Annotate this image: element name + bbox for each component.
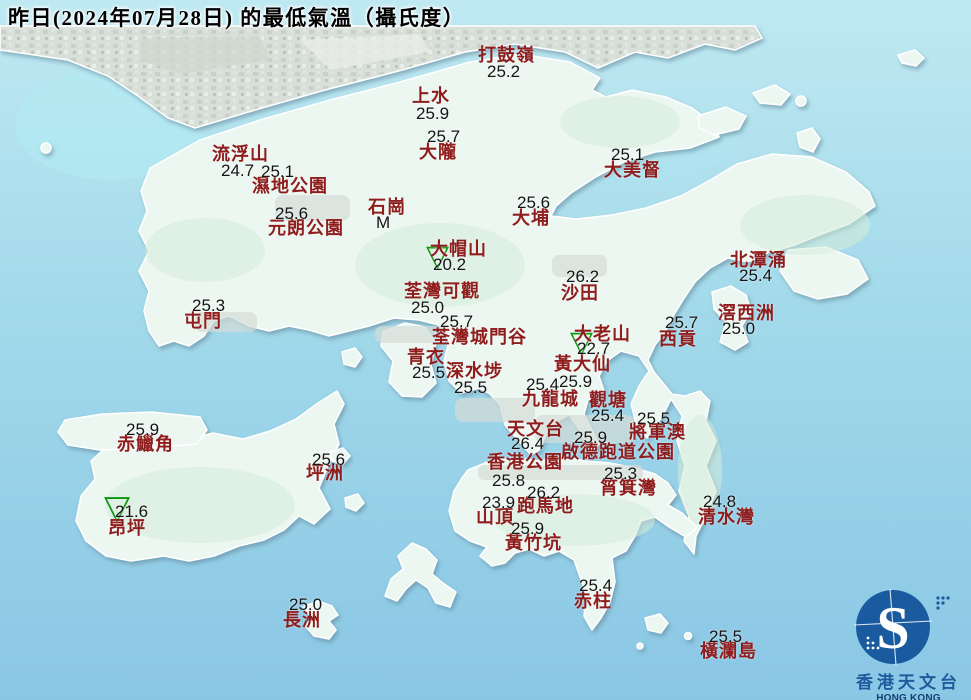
station-value: 26.4: [511, 435, 544, 452]
station-value: 25.4: [579, 577, 612, 594]
station-value: 25.6: [312, 451, 345, 468]
station-value: 25.3: [604, 465, 637, 482]
hong-kong-map: [0, 0, 971, 700]
station-value: 25.5: [637, 410, 670, 427]
station-value: 25.4: [526, 376, 559, 393]
station-value: 23.9: [482, 494, 515, 511]
page-title: 昨日(2024年07月28日) 的最低氣溫（攝氏度）: [8, 2, 465, 32]
station-value: 25.9: [574, 429, 607, 446]
station-name: 昂坪: [108, 519, 146, 537]
station-name: 西貢: [659, 330, 697, 348]
station-value: 24.8: [703, 493, 736, 510]
station-value: 25.6: [275, 205, 308, 222]
hko-logo-chinese-name: 香港天文台: [846, 674, 971, 691]
hko-logo-english-name: HONG KONG OBSERVATORY: [846, 694, 971, 700]
station-name: 香港公園: [487, 453, 563, 471]
station-value: 25.9: [559, 373, 592, 390]
station-value: 22.7: [577, 340, 610, 357]
station-name: 沙田: [561, 284, 599, 302]
station-value: 25.2: [487, 63, 520, 80]
station-value: 25.5: [709, 628, 742, 645]
station-value: 25.7: [440, 313, 473, 330]
station-name: 上水: [412, 87, 450, 105]
station-value: 25.4: [591, 407, 624, 424]
station-value: M: [376, 214, 390, 231]
hko-logo-swirl: S: [876, 595, 909, 661]
station-value: 25.3: [192, 297, 225, 314]
station-value: 25.4: [739, 267, 772, 284]
station-value: 25.0: [289, 596, 322, 613]
station-value: 25.0: [722, 320, 755, 337]
station-value: 25.5: [412, 364, 445, 381]
station-value: 25.1: [261, 163, 294, 180]
station-value: 26.2: [566, 268, 599, 285]
station-value: 21.6: [115, 503, 148, 520]
station-value: 25.9: [126, 421, 159, 438]
station-value: 25.9: [511, 520, 544, 537]
station-value: 24.7: [221, 162, 254, 179]
station-value: 25.5: [454, 379, 487, 396]
station-value: 25.9: [416, 105, 449, 122]
station-value: 25.6: [517, 194, 550, 211]
station-value: 26.2: [527, 484, 560, 501]
station-value: 25.7: [665, 314, 698, 331]
station-value: 25.1: [611, 146, 644, 163]
hko-min-temp-map-screen: 昨日(2024年07月28日) 的最低氣溫（攝氏度） 25.2打鼓嶺25.9上水…: [0, 0, 971, 700]
station-value: 25.8: [492, 472, 525, 489]
hko-logo: S 香港天文台 HONG KONG OBSERVATORY: [846, 586, 971, 700]
hko-logo-emblem: S: [846, 586, 971, 666]
station-value: 25.7: [427, 128, 460, 145]
hko-logo-dots-right: [936, 596, 949, 609]
station-value: 20.2: [433, 256, 466, 273]
